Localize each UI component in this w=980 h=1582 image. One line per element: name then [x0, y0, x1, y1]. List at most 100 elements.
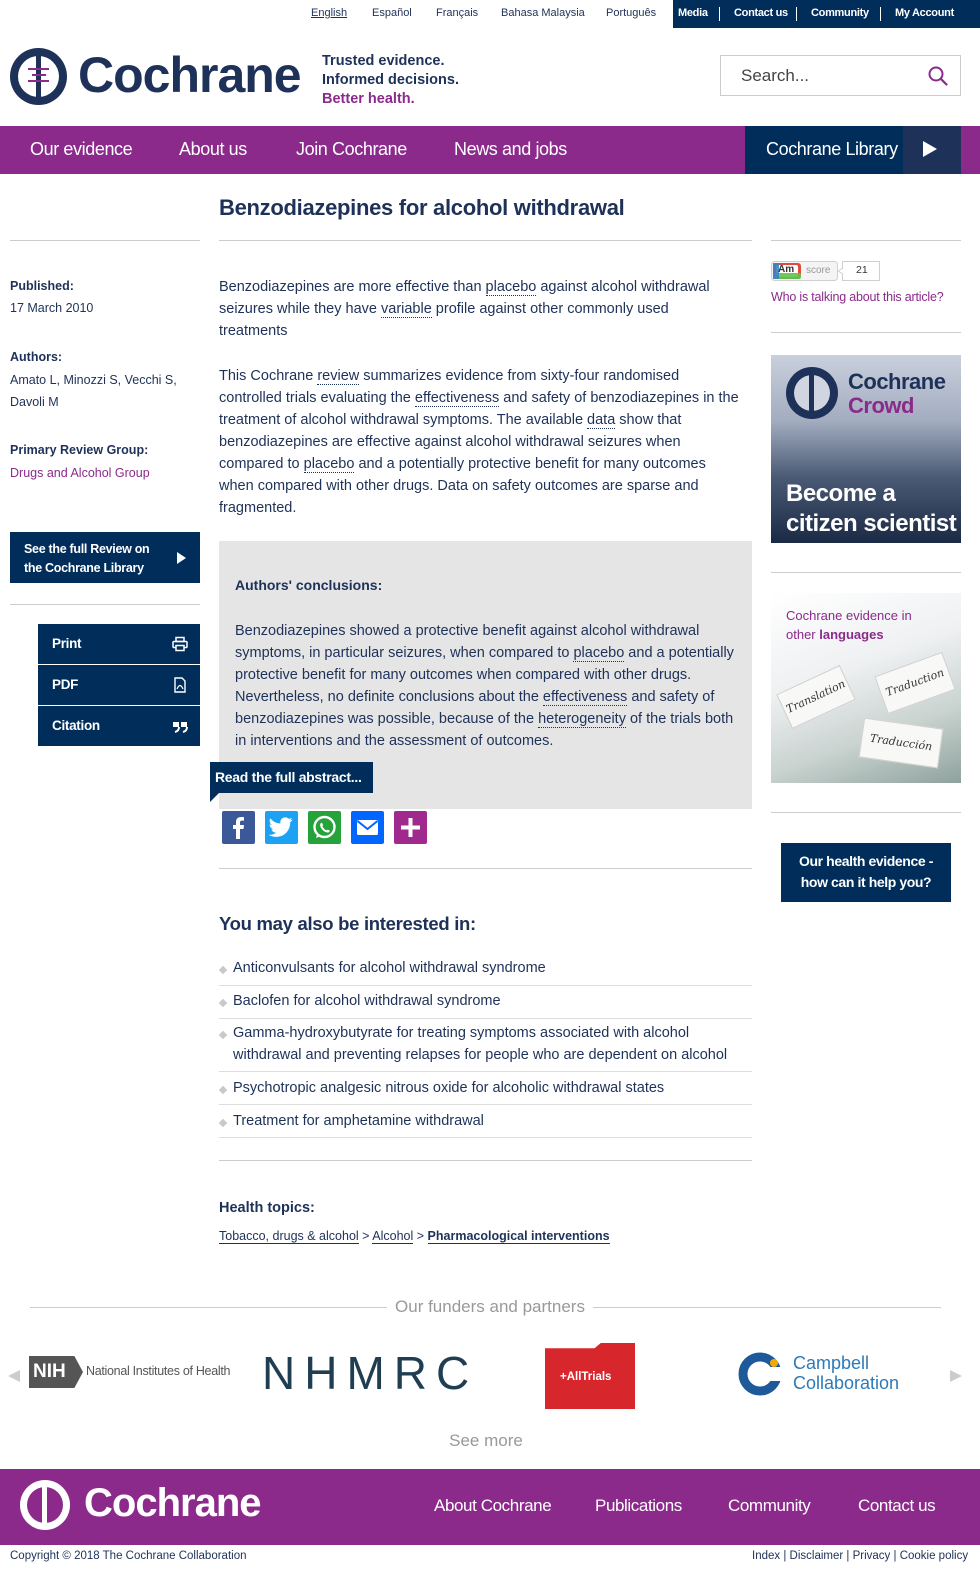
- email-share-button[interactable]: [351, 811, 384, 844]
- nhmrc-logo[interactable]: NHMRC: [262, 1346, 478, 1400]
- cochrane-wordmark[interactable]: Cochrane: [78, 46, 302, 104]
- citation-button[interactable]: Citation: [38, 706, 200, 746]
- lang-english-link[interactable]: English: [311, 7, 347, 19]
- more-share-button[interactable]: [394, 811, 427, 844]
- divider: [10, 604, 200, 605]
- cookie-policy-link[interactable]: Cookie policy: [900, 1550, 968, 1562]
- facebook-share-button[interactable]: [222, 811, 255, 844]
- divider: [796, 7, 797, 21]
- read-full-abstract-button[interactable]: Read the full abstract...: [210, 762, 373, 802]
- pdf-button[interactable]: PDF: [38, 665, 200, 705]
- cochrane-logo-icon[interactable]: [20, 1480, 70, 1530]
- disclaimer-link[interactable]: Disclaimer: [790, 1550, 844, 1562]
- altmetric-link[interactable]: Who is talking about this article?: [771, 290, 944, 304]
- footer-about-link[interactable]: About Cochrane: [434, 1496, 552, 1516]
- related-item[interactable]: Treatment for amphetamine withdrawal: [218, 1110, 752, 1138]
- related-item[interactable]: Baclofen for alcohol withdrawal syndrome: [218, 990, 752, 1019]
- glossary-link[interactable]: data: [587, 412, 616, 429]
- nav-our-evidence[interactable]: Our evidence: [30, 139, 133, 160]
- footer-legal-links: Index | Disclaimer | Privacy | Cookie po…: [752, 1550, 969, 1562]
- health-topics-heading: Health topics:: [219, 1200, 315, 1216]
- search-icon[interactable]: [928, 66, 948, 86]
- cochrane-library-button[interactable]: Cochrane Library: [745, 126, 961, 174]
- see-more-link[interactable]: See more: [0, 1431, 972, 1451]
- top-links-bar: English Español Français Bahasa Malaysia…: [0, 0, 980, 28]
- nav-news-and-jobs[interactable]: News and jobs: [454, 139, 567, 160]
- full-review-button[interactable]: See the full Review on the Cochrane Libr…: [10, 532, 200, 583]
- other-languages-banner[interactable]: Cochrane evidence in other languages Tra…: [771, 593, 961, 783]
- contact-us-top-link[interactable]: Contact us: [734, 7, 788, 19]
- facebook-icon: [233, 817, 244, 839]
- divider: [771, 332, 961, 333]
- glossary-link[interactable]: heterogeneity: [538, 711, 626, 728]
- glossary-link[interactable]: review: [317, 368, 360, 385]
- topic-link[interactable]: Alcohol: [372, 1229, 414, 1244]
- cochrane-logo-icon[interactable]: [10, 48, 67, 105]
- whatsapp-icon: [313, 815, 336, 839]
- published-date: 17 March 2010: [10, 301, 94, 315]
- utility-links: Media Contact us Community My Account: [673, 0, 980, 28]
- review-group-link[interactable]: Drugs and Alcohol Group: [10, 462, 150, 484]
- health-evidence-button[interactable]: Our health evidence - how can it help yo…: [781, 843, 951, 902]
- media-link[interactable]: Media: [678, 7, 708, 19]
- glossary-link[interactable]: variable: [381, 301, 432, 318]
- lang-malay-link[interactable]: Bahasa Malaysia: [501, 7, 585, 19]
- carousel-next-icon[interactable]: [950, 1370, 962, 1382]
- glossary-link[interactable]: effectiveness: [414, 390, 500, 407]
- page-title: Benzodiazepines for alcohol withdrawal: [219, 195, 625, 220]
- footer-wordmark[interactable]: Cochrane: [84, 1481, 261, 1526]
- related-item[interactable]: Anticonvulsants for alcohol withdrawal s…: [218, 957, 752, 986]
- my-account-link[interactable]: My Account: [895, 7, 954, 19]
- related-item[interactable]: Gamma-hydroxybutyrate for treating sympt…: [218, 1022, 752, 1072]
- whatsapp-share-button[interactable]: [308, 811, 341, 844]
- divider: [771, 812, 961, 813]
- print-button[interactable]: Print: [38, 624, 200, 664]
- related-heading: You may also be interested in:: [219, 913, 476, 934]
- authors-list: Amato L, Minozzi S, Vecchi S, Davoli M: [10, 373, 177, 409]
- topic-link[interactable]: Pharmacological interventions: [427, 1229, 610, 1244]
- community-top-link[interactable]: Community: [811, 7, 869, 19]
- conclusions-text: Benzodiazepines showed a protective bene…: [235, 623, 734, 749]
- campbell-logo[interactable]: Campbell Collaboration: [736, 1348, 906, 1398]
- review-paragraph: This Cochrane review summarizes evidence…: [219, 368, 739, 516]
- pdf-icon: [174, 677, 186, 693]
- email-icon: [356, 820, 379, 835]
- related-item[interactable]: Psychotropic analgesic nitrous oxide for…: [218, 1077, 752, 1105]
- nav-join-cochrane[interactable]: Join Cochrane: [296, 139, 407, 160]
- footer-community-link[interactable]: Community: [728, 1496, 811, 1516]
- twitter-icon: [268, 817, 293, 837]
- nav-about-us[interactable]: About us: [179, 139, 247, 160]
- divider: [771, 572, 961, 573]
- search-input[interactable]: [721, 56, 911, 95]
- search-box: [720, 55, 961, 96]
- topic-link[interactable]: Tobacco, drugs & alcohol: [219, 1229, 359, 1244]
- alltrials-logo[interactable]: +AllTrials: [545, 1343, 635, 1409]
- lang-espanol-link[interactable]: Español: [372, 7, 412, 19]
- altmetric-badge[interactable]: Am score 21: [771, 261, 881, 281]
- conclusions-heading: Authors' conclusions:: [235, 577, 383, 593]
- lang-francais-link[interactable]: Français: [436, 7, 478, 19]
- authors-label: Authors:: [10, 350, 63, 364]
- puzzle-piece: Translation: [776, 664, 856, 730]
- footer-contact-link[interactable]: Contact us: [858, 1496, 936, 1516]
- glossary-link[interactable]: effectiveness: [542, 689, 628, 706]
- index-link[interactable]: Index: [752, 1550, 780, 1562]
- glossary-link[interactable]: placebo: [485, 279, 537, 296]
- play-arrow-icon: [177, 552, 186, 564]
- divider: [10, 240, 200, 241]
- privacy-link[interactable]: Privacy: [853, 1550, 891, 1562]
- glossary-link[interactable]: placebo: [303, 456, 355, 473]
- twitter-share-button[interactable]: [265, 811, 298, 844]
- plus-icon: [401, 818, 420, 837]
- cochrane-crowd-banner[interactable]: Cochrane Crowd Become a citizen scientis…: [771, 355, 961, 543]
- divider: [219, 868, 752, 869]
- divider: [880, 7, 881, 21]
- divider: [771, 240, 961, 241]
- footer: Cochrane About Cochrane Publications Com…: [0, 1469, 980, 1545]
- nih-logo[interactable]: NIH National Institutes of Health: [29, 1356, 249, 1388]
- glossary-link[interactable]: placebo: [573, 645, 625, 662]
- lang-portugues-link[interactable]: Português: [606, 7, 656, 19]
- footer-publications-link[interactable]: Publications: [595, 1496, 682, 1516]
- carousel-prev-icon[interactable]: [8, 1370, 20, 1382]
- tagline: Trusted evidence. Informed decisions. Be…: [322, 53, 459, 107]
